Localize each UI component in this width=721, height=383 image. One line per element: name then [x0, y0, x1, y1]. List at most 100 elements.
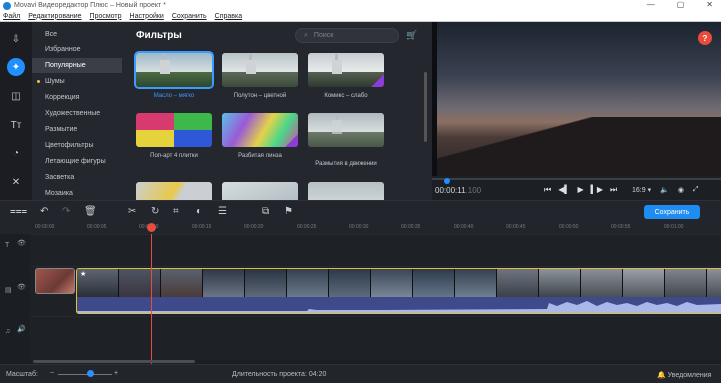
video-clip[interactable]: ★ [76, 268, 721, 314]
close-button[interactable]: ✕ [706, 0, 713, 9]
clip-properties-icon[interactable]: ☰ [218, 206, 227, 217]
add-track-icon[interactable]: ⩶ [10, 206, 27, 217]
menu-help[interactable]: Справка [215, 13, 242, 20]
clip-audio-waveform [77, 297, 721, 313]
save-button[interactable]: Сохранить [644, 205, 700, 219]
category-label: Цветофильтры [45, 142, 94, 149]
category-label: Шумы [45, 78, 65, 85]
filters-panel: Фильтры ⌕ Поиск 🛒 Масло – мягко Полутон … [122, 22, 432, 200]
zoom-slider[interactable] [58, 374, 112, 375]
filter-thumbnail[interactable] [308, 53, 384, 87]
audio-lane[interactable] [30, 316, 721, 360]
undo-icon[interactable]: ↶ [40, 206, 48, 217]
star-icon: ★ [80, 271, 87, 278]
more-tools-icon[interactable]: ✕ [7, 173, 25, 191]
maximize-button[interactable]: ▢ [677, 0, 685, 9]
zoom-knob[interactable] [87, 370, 94, 377]
search-input[interactable]: ⌕ Поиск [295, 28, 399, 43]
insert-icon[interactable]: ⧉ [262, 206, 269, 217]
aspect-ratio-select[interactable]: 16:9 ▾ [632, 186, 651, 194]
category-correction[interactable]: Коррекция [32, 90, 122, 105]
minimize-button[interactable]: — [647, 0, 655, 9]
rotate-icon[interactable]: ↻ [151, 206, 159, 217]
category-all[interactable]: Все [32, 27, 122, 42]
track-eye-icon[interactable]: 👁 [17, 283, 26, 291]
title-track-icon: T [5, 242, 10, 249]
category-flying-shapes[interactable]: Летающие фигуры [32, 154, 122, 169]
ruler-tick: 00:00:25 [297, 224, 317, 230]
title-clip[interactable] [35, 268, 75, 294]
category-blur[interactable]: Размытие [32, 122, 122, 137]
timeline-ruler[interactable]: 00:00:00 00:00:05 00:00:10 00:00:15 00:0… [0, 222, 721, 234]
menu-settings[interactable]: Настройки [130, 13, 164, 20]
redo-icon[interactable]: ↷ [62, 206, 70, 217]
player-controls: 00:00:11.100 ⏮ ◀▍ ▶ ▍▶ ⏭ 16:9 ▾ 🔈 ◉ ⤢ [432, 176, 721, 200]
zoom-in-icon[interactable]: + [114, 370, 118, 377]
category-light-leaks[interactable]: Засветка [32, 170, 122, 185]
filter-label: Разбитая линза [238, 153, 282, 159]
filter-thumbnail[interactable] [222, 113, 298, 147]
timeline-toolbar: ⩶ ↶ ↷ 🗑 ✂ ↻ ⌗ ◐ ☰ ⧉ ⚑ Сохранить [0, 200, 721, 222]
color-adjust-icon[interactable]: ◐ [196, 206, 202, 217]
filter-thumbnail[interactable] [308, 182, 384, 200]
step-back-icon[interactable]: ◀▍ [558, 185, 570, 195]
playhead[interactable] [151, 234, 152, 364]
crop-icon[interactable]: ⌗ [173, 206, 179, 217]
snapshot-icon[interactable]: ◉ [678, 186, 684, 194]
playback-knob[interactable] [444, 178, 450, 184]
menu-edit[interactable]: Редактирование [28, 13, 81, 20]
category-favorites[interactable]: Избранное [32, 42, 122, 57]
time-main: 00:00:11 [435, 186, 466, 195]
notifications-button[interactable]: 🔔 Уведомления [657, 371, 711, 379]
menu-view[interactable]: Просмотр [90, 13, 122, 20]
filter-label: Комикс – слабо [324, 93, 368, 99]
category-popular[interactable]: Популярные [32, 58, 122, 73]
delete-icon[interactable]: 🗑 [84, 206, 97, 217]
tool-strip: ⇩ ✦ ◫ Tт ◔ ✕ [0, 22, 32, 200]
filter-thumbnail[interactable] [136, 113, 212, 147]
search-icon: ⌕ [304, 31, 308, 39]
volume-icon[interactable]: 🔈 [660, 186, 669, 194]
filter-thumbnail[interactable] [308, 113, 384, 147]
transitions-icon[interactable]: ◫ [7, 87, 25, 105]
fullscreen-icon[interactable]: ⤢ [693, 186, 699, 194]
filters-scrollbar[interactable] [424, 72, 427, 142]
category-mosaic[interactable]: Мозаика [32, 186, 122, 201]
play-icon[interactable]: ▶ [578, 185, 584, 195]
step-forward-icon[interactable]: ▍▶ [591, 185, 603, 195]
menu-file[interactable]: Файл [3, 13, 20, 20]
zoom-label: Масштаб: [6, 371, 38, 378]
skip-end-icon[interactable]: ⏭ [610, 185, 617, 195]
marker-flag-icon[interactable]: ⚑ [284, 206, 293, 217]
filter-thumbnail[interactable] [136, 182, 212, 200]
cut-icon[interactable]: ✂ [128, 206, 136, 217]
timeline-scrollbar[interactable] [33, 360, 195, 363]
category-noise[interactable]: Шумы [32, 74, 122, 89]
cart-icon[interactable]: 🛒 [406, 30, 417, 41]
filter-thumbnail[interactable] [222, 182, 298, 200]
filter-label: Полутон – цветной [233, 93, 287, 99]
category-artistic[interactable]: Художественные [32, 106, 122, 121]
track-mute-icon[interactable]: 🔊 [17, 325, 26, 333]
playback-progress-bar[interactable] [432, 178, 721, 184]
stickers-icon[interactable]: ◔ [7, 144, 25, 162]
filter-thumbnail[interactable] [222, 53, 298, 87]
video-preview: ? [432, 22, 721, 176]
playhead-handle[interactable] [147, 223, 156, 232]
skip-start-icon[interactable]: ⏮ [544, 185, 551, 195]
help-button[interactable]: ? [698, 31, 712, 45]
current-time: 00:00:11.100 [435, 186, 481, 195]
premium-badge-icon [285, 134, 298, 147]
import-icon[interactable]: ⇩ [7, 30, 25, 48]
window-title: Movavi Видеоредактор Плюс – Новый проект… [14, 2, 166, 9]
zoom-out-icon[interactable]: − [50, 370, 54, 377]
app-logo-icon [3, 1, 11, 10]
filters-icon[interactable]: ✦ [7, 58, 25, 76]
titles-icon[interactable]: Tт [7, 116, 25, 134]
project-duration: Длительность проекта: 04:20 [232, 371, 327, 378]
title-lane[interactable] [30, 234, 721, 266]
menu-save[interactable]: Сохранить [172, 13, 207, 20]
filter-thumbnail[interactable] [134, 51, 214, 89]
track-eye-icon[interactable]: 👁 [17, 239, 26, 247]
category-color-filters[interactable]: Цветофильтры [32, 138, 122, 153]
